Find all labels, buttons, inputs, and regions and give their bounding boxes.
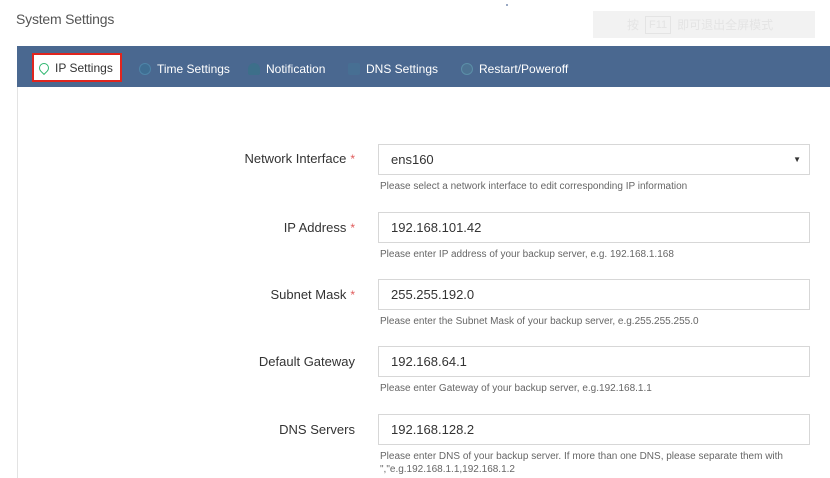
required-mark: * [350,152,355,166]
default-gateway-label: Default Gateway [258,354,355,369]
fullscreen-hint: 按 F11 即可退出全屏模式 [593,11,815,38]
default-gateway-input[interactable]: 192.168.64.1 [378,346,810,377]
default-gateway-hint: Please enter Gateway of your backup serv… [380,383,652,394]
network-interface-value: ens160 [391,152,434,167]
subnet-mask-label: Subnet Mask * [270,287,355,302]
tab-time-settings[interactable]: Time Settings [139,57,230,81]
tab-notification-label: Notification [266,62,326,76]
network-interface-label: Network Interface * [244,151,355,166]
default-gateway-value: 192.168.64.1 [391,354,467,369]
dns-servers-input[interactable]: 192.168.128.2 [378,414,810,445]
fullscreen-hint-suffix: 即可退出全屏模式 [677,18,774,32]
network-interface-select[interactable]: ens160 ▼ [378,144,810,175]
location-pin-icon [36,60,52,75]
required-mark: * [350,288,355,302]
dropdown-caret-icon: ▼ [793,155,801,164]
subnet-mask-input[interactable]: 255.255.192.0 [378,279,810,310]
clock-icon [139,63,151,75]
f11-key: F11 [645,15,672,34]
tab-dns-settings[interactable]: DNS Settings [348,57,438,81]
tab-time-settings-label: Time Settings [157,62,230,76]
tab-restart-poweroff[interactable]: Restart/Poweroff [461,57,568,81]
subnet-mask-hint: Please enter the Subnet Mask of your bac… [380,316,699,327]
fullscreen-hint-prefix: 按 [627,18,640,32]
subnet-mask-value: 255.255.192.0 [391,287,475,302]
page-title: System Settings [16,11,115,27]
tab-ip-settings[interactable]: IP Settings [32,53,122,82]
ip-address-input[interactable]: 192.168.101.42 [378,212,810,243]
ip-address-value: 192.168.101.42 [391,220,482,235]
tab-notification[interactable]: Notification [248,57,325,81]
dns-servers-hint: Please enter DNS of your backup server. … [380,450,820,476]
required-mark: * [350,221,355,235]
dns-icon [348,63,360,75]
tab-ip-settings-label: IP Settings [55,60,113,75]
dns-servers-value: 192.168.128.2 [391,422,475,437]
power-icon [461,63,473,75]
dns-servers-hint-line2: ","e.g.192.168.1.1,192.168.1.2 [380,464,515,475]
ip-address-label: IP Address * [283,220,355,235]
tab-dns-settings-label: DNS Settings [366,62,439,76]
dns-servers-label: DNS Servers [279,422,355,437]
dns-servers-hint-line1: Please enter DNS of your backup server. … [380,451,783,462]
settings-tabbar: IP Settings Time Settings Notification D… [17,46,830,87]
bell-icon [248,63,260,75]
tab-restart-poweroff-label: Restart/Poweroff [479,62,569,76]
indicator-dot [506,4,508,6]
ip-address-hint: Please enter IP address of your backup s… [380,249,674,260]
title-bar: System Settings 按 F11 即可退出全屏模式 [0,0,830,38]
network-interface-hint: Please select a network interface to edi… [380,181,688,192]
